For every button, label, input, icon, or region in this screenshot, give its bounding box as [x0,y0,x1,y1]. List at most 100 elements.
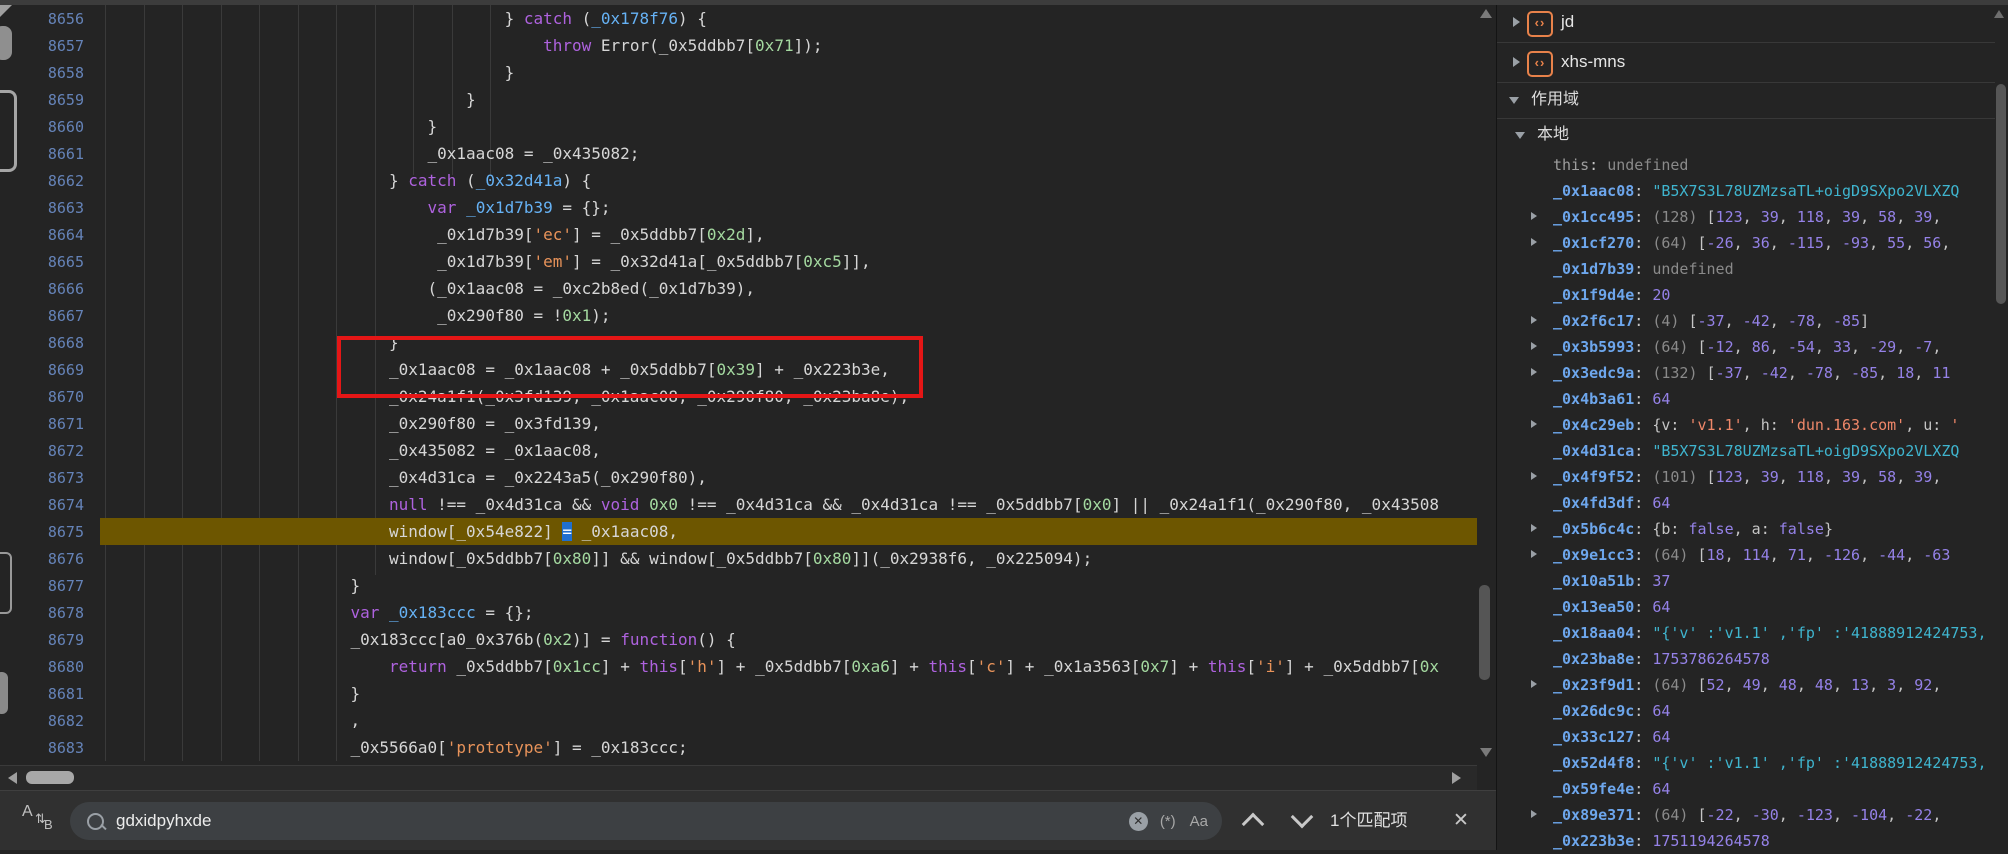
chevron-right-icon[interactable] [1513,17,1520,27]
scope-variable-row[interactable]: _0x1aac08: "B5X7S3L78UZMzsaTL+oigD9SXpo2… [1497,178,1991,204]
code-line[interactable]: 8672 _0x435082 = _0x1aac08, [0,437,1477,464]
close-search-button[interactable]: ✕ [1453,791,1469,850]
chevron-down-icon[interactable] [1509,97,1519,104]
expand-arrow-icon[interactable] [1531,680,1537,688]
line-number[interactable]: 8676 [0,546,100,573]
scope-variable-row[interactable]: _0x3edc9a: (132) [-37, -42, -78, -85, 18… [1497,360,1991,386]
previous-match-button[interactable] [1242,813,1265,836]
expand-arrow-icon[interactable] [1531,316,1537,324]
code-line[interactable]: 8665 _0x1d7b39['em'] = _0x32d41a[_0x5ddb… [0,248,1477,275]
line-number[interactable]: 8662 [0,168,100,195]
code-line[interactable]: 8683 _0x5566a0['prototype'] = _0x183ccc; [0,734,1477,761]
line-number[interactable]: 8665 [0,249,100,276]
scope-variable-row[interactable]: _0x4c29eb: {v: 'v1.1', h: 'dun.163.com',… [1497,412,1991,438]
code-line[interactable]: 8664 _0x1d7b39['ec'] = _0x5ddbb7[0x2d], [0,221,1477,248]
scroll-left-arrow-icon[interactable] [8,772,17,784]
line-number[interactable]: 8658 [0,60,100,87]
scope-variable-row[interactable]: this: undefined [1497,152,1991,178]
chevron-down-icon[interactable] [1515,132,1525,139]
line-number[interactable]: 8672 [0,438,100,465]
vertical-scrollbar-thumb[interactable] [1479,585,1490,680]
line-number[interactable]: 8668 [0,330,100,357]
scroll-up-arrow-icon[interactable] [1994,10,2004,18]
line-number[interactable]: 8666 [0,276,100,303]
scope-variable-row[interactable]: _0x1cf270: (64) [-26, 36, -115, -93, 55,… [1497,230,1991,256]
scope-variable-row[interactable]: _0x33c127: 64 [1497,724,1991,750]
scope-variable-row[interactable]: _0x4f9f52: (101) [123, 39, 118, 39, 58, … [1497,464,1991,490]
scope-variable-row[interactable]: _0x13ea50: 64 [1497,594,1991,620]
line-number[interactable]: 8683 [0,735,100,762]
search-field[interactable]: ✕ (*) Aa [70,802,1222,840]
code-line[interactable]: 8667 _0x290f80 = !0x1); [0,302,1477,329]
scope-variable-row[interactable]: _0x4b3a61: 64 [1497,386,1991,412]
code-line[interactable]: 8657 throw Error(_0x5ddbb7[0x71]); [0,32,1477,59]
scroll-right-arrow-icon[interactable] [1452,772,1461,784]
replace-toggle-icon[interactable]: A ⇅ B [22,803,58,839]
code-line[interactable]: 8660 } [0,113,1477,140]
code-line[interactable]: 8676 window[_0x5ddbb7[0x80]] && window[_… [0,545,1477,572]
clear-search-icon[interactable]: ✕ [1129,812,1148,831]
line-number[interactable]: 8673 [0,465,100,492]
line-number[interactable]: 8670 [0,384,100,411]
scope-variable-row[interactable]: _0x1cc495: (128) [123, 39, 118, 39, 58, … [1497,204,1991,230]
search-input[interactable] [114,810,1129,832]
code-line[interactable]: 8663 var _0x1d7b39 = {}; [0,194,1477,221]
expand-arrow-icon[interactable] [1531,342,1537,350]
code-line[interactable]: 8678 var _0x183ccc = {}; [0,599,1477,626]
line-number[interactable]: 8677 [0,573,100,600]
code-line[interactable]: 8671 _0x290f80 = _0x3fd139, [0,410,1477,437]
code-line[interactable]: 8674 null !== _0x4d31ca && void 0x0 !== … [0,491,1477,518]
line-number[interactable]: 8664 [0,222,100,249]
expand-arrow-icon[interactable] [1531,212,1537,220]
scope-variable-row[interactable]: _0x2f6c17: (4) [-37, -42, -78, -85] [1497,308,1991,334]
next-match-button[interactable] [1291,806,1314,829]
code-viewport[interactable]: 8656 } catch (_0x178f76) {8657 throw Err… [0,5,1477,765]
code-line[interactable]: 8681 } [0,680,1477,707]
line-number[interactable]: 8671 [0,411,100,438]
sidebar-item-xhs-mns[interactable]: ‹› xhs-mns [1497,42,1995,83]
line-number[interactable]: 8681 [0,681,100,708]
expand-arrow-icon[interactable] [1531,550,1537,558]
code-line[interactable]: 8680 return _0x5ddbb7[0x1cc] + this['h']… [0,653,1477,680]
line-number[interactable]: 8682 [0,708,100,735]
scope-variable-row[interactable]: _0x1d7b39: undefined [1497,256,1991,282]
scope-variable-row[interactable]: _0x3b5993: (64) [-12, 86, -54, 33, -29, … [1497,334,1991,360]
line-number[interactable]: 8675 [0,519,100,546]
line-number[interactable]: 8679 [0,627,100,654]
line-number[interactable]: 8669 [0,357,100,384]
line-number[interactable]: 8657 [0,33,100,60]
line-number[interactable]: 8680 [0,654,100,681]
expand-arrow-icon[interactable] [1531,420,1537,428]
horizontal-scrollbar-thumb[interactable] [26,771,74,784]
code-line[interactable]: 8659 } [0,86,1477,113]
scope-variable-row[interactable]: _0x52d4f8: "{'v' :'v1.1' ,'fp' :'4188891… [1497,750,1991,776]
expand-arrow-icon[interactable] [1531,524,1537,532]
code-line[interactable]: 8656 } catch (_0x178f76) { [0,5,1477,32]
scope-variable-row[interactable]: _0x10a51b: 37 [1497,568,1991,594]
line-number[interactable]: 8656 [0,6,100,33]
code-line[interactable]: 8682 , [0,707,1477,734]
scroll-up-arrow-icon[interactable] [1480,9,1492,18]
scope-variable-row[interactable]: _0x59fe4e: 64 [1497,776,1991,802]
line-number[interactable]: 8667 [0,303,100,330]
code-line[interactable]: 8658 } [0,59,1477,86]
sidebar-item-jd[interactable]: ‹› jd [1497,2,1995,43]
scope-variable-row[interactable]: _0x223b3e: 1751194264578 [1497,828,1991,854]
scope-section-header[interactable]: 作用域 [1497,82,1995,119]
scope-variable-row[interactable]: _0x4d31ca: "B5X7S3L78UZMzsaTL+oigD9SXpo2… [1497,438,1991,464]
scope-variable-row[interactable]: _0x9e1cc3: (64) [18, 114, 71, -126, -44,… [1497,542,1991,568]
code-line[interactable]: 8673 _0x4d31ca = _0x2243a5(_0x290f80), [0,464,1477,491]
expand-arrow-icon[interactable] [1531,238,1537,246]
scope-local-header[interactable]: 本地 [1497,118,1995,152]
scope-variable-row[interactable]: _0x26dc9c: 64 [1497,698,1991,724]
horizontal-scrollbar[interactable] [0,765,1477,791]
scope-variable-row[interactable]: _0x89e371: (64) [-22, -30, -123, -104, -… [1497,802,1991,828]
code-line[interactable]: 8662 } catch (_0x32d41a) { [0,167,1477,194]
code-line[interactable]: 8661 _0x1aac08 = _0x435082; [0,140,1477,167]
code-line[interactable]: 8677 } [0,572,1477,599]
scope-variable-row[interactable]: _0x5b6c4c: {b: false, a: false} [1497,516,1991,542]
code-line[interactable]: 8679 _0x183ccc[a0_0x376b(0x2)] = functio… [0,626,1477,653]
expand-arrow-icon[interactable] [1531,472,1537,480]
scope-variable-row[interactable]: _0x23f9d1: (64) [52, 49, 48, 48, 13, 3, … [1497,672,1991,698]
chevron-right-icon[interactable] [1513,57,1520,67]
